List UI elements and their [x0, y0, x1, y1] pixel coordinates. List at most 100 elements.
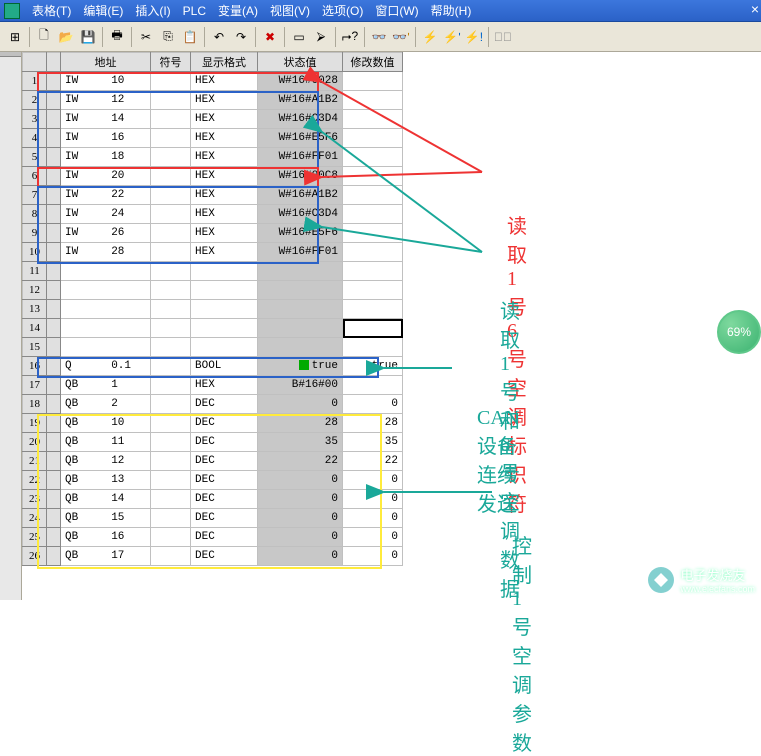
cell-format[interactable]: HEX [191, 148, 258, 167]
cell-modify[interactable] [343, 281, 403, 300]
cell-symbol[interactable] [151, 376, 191, 395]
row-number[interactable]: 10 [23, 243, 47, 262]
cell-format[interactable] [191, 338, 258, 357]
progress-badge[interactable]: 69% [717, 310, 761, 354]
row-number[interactable]: 22 [23, 471, 47, 490]
cell-symbol[interactable] [151, 452, 191, 471]
header-status[interactable]: 状态值 [258, 53, 343, 72]
cell-modify[interactable]: 0 [343, 471, 403, 490]
table-row[interactable]: 26QB 17DEC00 [23, 547, 403, 566]
row-number[interactable]: 23 [23, 490, 47, 509]
header-modify[interactable]: 修改数值 [343, 53, 403, 72]
cell-format[interactable]: HEX [191, 205, 258, 224]
table-row[interactable]: 10IW 28HEXW#16#FF01 [23, 243, 403, 262]
cell-modify[interactable] [343, 243, 403, 262]
cell-symbol[interactable] [151, 547, 191, 566]
cell-modify[interactable]: 0 [343, 509, 403, 528]
cell-format[interactable]: HEX [191, 376, 258, 395]
cell-address[interactable]: IW 26 [61, 224, 151, 243]
insert-row-icon[interactable]: ▭ [288, 26, 310, 48]
cell-symbol[interactable] [151, 414, 191, 433]
cell-modify[interactable] [343, 224, 403, 243]
cell-address[interactable] [61, 262, 151, 281]
header-format[interactable]: 显示格式 [191, 53, 258, 72]
cell-modify[interactable] [343, 205, 403, 224]
cut-icon[interactable]: ✂ [135, 26, 157, 48]
cell-status[interactable] [258, 262, 343, 281]
cell-status[interactable]: 0 [258, 547, 343, 566]
table-row[interactable]: 15 [23, 338, 403, 357]
cell-status[interactable]: true [258, 357, 343, 376]
cell-symbol[interactable] [151, 528, 191, 547]
cell-format[interactable]: DEC [191, 395, 258, 414]
cell-symbol[interactable] [151, 395, 191, 414]
cell-status[interactable]: 0 [258, 528, 343, 547]
row-number[interactable]: 6 [23, 167, 47, 186]
cell-modify[interactable] [343, 148, 403, 167]
cell-modify[interactable]: 35 [343, 433, 403, 452]
cell-format[interactable] [191, 262, 258, 281]
cell-format[interactable] [191, 300, 258, 319]
menu-view[interactable]: 视图(V) [264, 0, 316, 21]
paste-icon[interactable]: 📋 [179, 26, 201, 48]
table-row[interactable]: 13 [23, 300, 403, 319]
cell-symbol[interactable] [151, 471, 191, 490]
close-icon[interactable]: × [751, 1, 759, 17]
goto-icon[interactable]: ⮚ [310, 26, 332, 48]
cell-status[interactable]: W#16#E5F6 [258, 129, 343, 148]
row-number[interactable]: 17 [23, 376, 47, 395]
cell-format[interactable]: HEX [191, 224, 258, 243]
table-row[interactable]: 19QB 10DEC2828 [23, 414, 403, 433]
new-icon[interactable]: 🗋 [33, 26, 55, 48]
cell-modify[interactable] [343, 110, 403, 129]
cell-symbol[interactable] [151, 110, 191, 129]
cell-format[interactable]: DEC [191, 528, 258, 547]
cell-status[interactable]: W#16#A1B2 [258, 186, 343, 205]
cell-modify[interactable] [343, 72, 403, 91]
cell-address[interactable]: IW 18 [61, 148, 151, 167]
activate-icon[interactable]: ⚡⃠ [492, 26, 514, 48]
cell-status[interactable]: W#16#FF01 [258, 243, 343, 262]
cell-address[interactable] [61, 338, 151, 357]
cell-modify[interactable]: 0 [343, 395, 403, 414]
cell-address[interactable]: QB 15 [61, 509, 151, 528]
cell-address[interactable] [61, 300, 151, 319]
cell-status[interactable]: W#16#FF01 [258, 148, 343, 167]
menu-help[interactable]: 帮助(H) [425, 0, 478, 21]
cell-modify[interactable] [343, 167, 403, 186]
monitor-once-icon[interactable]: 👓ʹ [390, 26, 412, 48]
cell-symbol[interactable] [151, 243, 191, 262]
table-row[interactable]: 7IW 22HEXW#16#A1B2 [23, 186, 403, 205]
cell-address[interactable]: QB 17 [61, 547, 151, 566]
cell-modify[interactable]: 0 [343, 490, 403, 509]
row-number[interactable]: 2 [23, 91, 47, 110]
cell-status[interactable]: B#16#00 [258, 376, 343, 395]
cell-status[interactable] [258, 338, 343, 357]
cell-address[interactable]: IW 10 [61, 72, 151, 91]
cell-symbol[interactable] [151, 357, 191, 376]
table-row[interactable]: 21QB 12DEC2222 [23, 452, 403, 471]
table-row[interactable]: 24QB 15DEC00 [23, 509, 403, 528]
header-address[interactable]: 地址 [61, 53, 151, 72]
row-number[interactable]: 11 [23, 262, 47, 281]
cell-address[interactable]: IW 22 [61, 186, 151, 205]
cell-symbol[interactable] [151, 490, 191, 509]
cell-symbol[interactable] [151, 262, 191, 281]
cell-status[interactable] [258, 300, 343, 319]
cell-format[interactable]: HEX [191, 91, 258, 110]
cell-format[interactable]: HEX [191, 72, 258, 91]
cell-address[interactable]: QB 14 [61, 490, 151, 509]
header-symbol[interactable]: 符号 [151, 53, 191, 72]
cell-status[interactable]: 0 [258, 490, 343, 509]
monitor-icon[interactable]: 👓 [368, 26, 390, 48]
modify-once-icon[interactable]: ⚡ʹ [441, 26, 463, 48]
cell-modify[interactable] [343, 319, 403, 338]
delete-icon[interactable]: ✖ [259, 26, 281, 48]
cell-format[interactable]: DEC [191, 471, 258, 490]
open-icon[interactable]: 📂 [55, 26, 77, 48]
cell-format[interactable]: DEC [191, 433, 258, 452]
cell-symbol[interactable] [151, 186, 191, 205]
row-number[interactable]: 26 [23, 547, 47, 566]
cell-address[interactable] [61, 319, 151, 338]
cell-symbol[interactable] [151, 72, 191, 91]
